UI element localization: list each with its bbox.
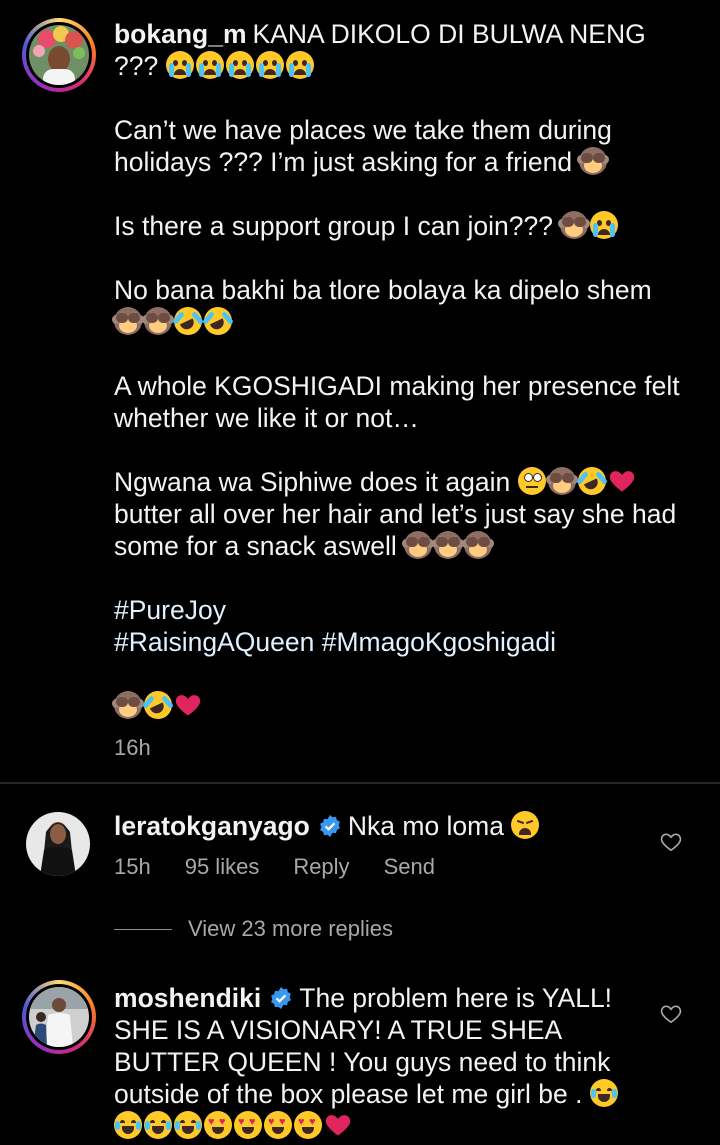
caption-paragraph-4: No bana bakhi ba tlore bolaya ka dipelo … <box>114 275 652 305</box>
caption-paragraph-5: A whole KGOSHIGADI making her presence f… <box>114 371 680 433</box>
crying-emoji <box>590 211 619 239</box>
comment-leratokganyago: leratokganyago Nka mo loma 15h 95 likes R… <box>0 808 720 898</box>
post-author-avatar[interactable] <box>22 18 96 92</box>
view-replies-label: View 23 more replies <box>188 916 394 941</box>
comment-body-1: Nka mo loma <box>347 811 504 841</box>
avatar-image <box>29 25 89 85</box>
commenter-avatar[interactable] <box>26 812 90 876</box>
commenter-avatar-2[interactable] <box>22 980 96 1054</box>
rolling-laughing-emoji <box>573 462 611 500</box>
heart-eyes-emoji: ♥ ♥ <box>294 1111 322 1139</box>
hashtag-raisingaqueen[interactable]: #RaisingAQueen <box>114 627 314 657</box>
monkey-see-no-evil-emoji <box>112 691 144 719</box>
rolling-laughing-emoji <box>169 302 207 340</box>
crying-emoji <box>225 51 254 79</box>
comment-moshendiki: moshendiki The problem here is YALL! SHE … <box>0 980 720 1145</box>
caption-paragraph-7: butter all over her hair and let’s just … <box>114 499 677 561</box>
heart-eyes-emoji: ♥ ♥ <box>204 1111 232 1139</box>
comment-likes-1[interactable]: 95 likes <box>185 854 260 880</box>
heart-eyes-emoji: ♥ ♥ <box>264 1111 292 1139</box>
verified-badge-icon <box>319 815 340 837</box>
monkey-see-no-evil-emoji <box>462 531 495 559</box>
comment-text-2: moshendiki The problem here is YALL! SHE … <box>114 982 654 1142</box>
caption-paragraph-6: Ngwana wa Siphiwe does it again <box>114 467 511 497</box>
red-heart-emoji <box>325 1115 351 1136</box>
replies-line <box>114 928 172 930</box>
monkey-see-no-evil-emoji <box>112 307 144 335</box>
monkey-see-no-evil-emoji <box>402 531 435 559</box>
caption-paragraph-3: Is there a support group I can join??? <box>114 211 554 241</box>
reply-button[interactable]: Reply <box>293 854 349 880</box>
caption-paragraph-2: Can’t we have places we take them during… <box>114 115 612 177</box>
verified-badge-icon <box>271 987 292 1009</box>
monkey-see-no-evil-emoji <box>545 467 578 495</box>
crying-emoji <box>195 51 224 79</box>
crying-emoji <box>165 51 194 79</box>
rolling-laughing-emoji <box>199 302 237 340</box>
eye-roll-emoji <box>517 467 546 495</box>
comment-username-1[interactable]: leratokganyago <box>114 811 310 841</box>
comment-meta-1: 15h 95 likes Reply Send <box>114 854 469 880</box>
tears-of-joy-emoji <box>114 1111 142 1139</box>
hashtag-mmagokgoshigadi[interactable]: #MmagoKgoshigadi <box>322 627 556 657</box>
view-more-replies-button[interactable]: View 23 more replies <box>114 916 393 942</box>
tears-of-joy-emoji <box>174 1111 202 1139</box>
heart-eyes-emoji: ♥ ♥ <box>234 1111 262 1139</box>
comment-text-1: leratokganyago Nka mo loma <box>114 810 654 842</box>
red-heart-emoji <box>175 695 201 716</box>
like-comment-heart-icon[interactable] <box>660 1004 682 1024</box>
comment-username-2[interactable]: moshendiki <box>114 983 261 1013</box>
red-heart-emoji <box>609 471 634 492</box>
comment-time-1: 15h <box>114 854 151 879</box>
tears-of-joy-emoji <box>589 1079 618 1107</box>
post-divider <box>0 782 720 784</box>
like-comment-heart-icon[interactable] <box>660 832 682 852</box>
rolling-laughing-emoji <box>139 686 177 724</box>
post-caption: bokang_m KANA DIKOLO DI BULWA NENG ??? Ca… <box>112 18 694 724</box>
tears-of-joy-emoji <box>144 1111 172 1139</box>
weary-emoji <box>511 811 540 839</box>
send-button[interactable]: Send <box>384 854 435 880</box>
post-timestamp: 16h <box>114 735 151 760</box>
main-post: bokang_m KANA DIKOLO DI BULWA NENG ??? Ca… <box>0 0 720 782</box>
crying-emoji <box>255 51 284 79</box>
hashtag-purejoy[interactable]: #PureJoy <box>114 595 226 625</box>
monkey-see-no-evil-emoji <box>577 147 610 175</box>
monkey-see-no-evil-emoji <box>142 307 174 335</box>
monkey-see-no-evil-emoji <box>432 531 465 559</box>
avatar-image-2 <box>29 987 89 1047</box>
monkey-see-no-evil-emoji <box>558 211 591 239</box>
crying-emoji <box>285 51 314 79</box>
post-username[interactable]: bokang_m <box>114 19 247 49</box>
